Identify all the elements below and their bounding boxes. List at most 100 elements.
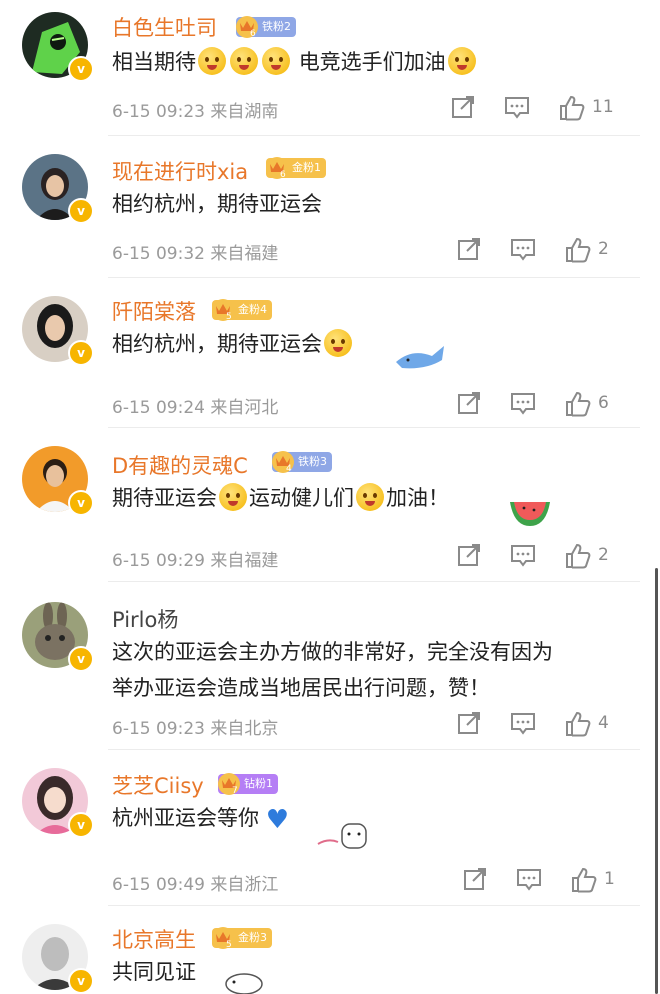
comment-time: 6-15 09:23: [112, 102, 205, 122]
thumbs-up-icon: [560, 95, 585, 121]
crown-icon: [218, 773, 240, 795]
fan-badge-label: 铁粉3: [298, 455, 327, 468]
fan-badge: 5 金粉4: [212, 299, 272, 322]
share-button[interactable]: [456, 710, 482, 740]
crown-icon: [236, 16, 258, 38]
comment-item: v 现在进行时xia 6 金粉1 相约杭州，期待亚运会 6-15 09:32 来…: [0, 136, 650, 278]
scrollbar[interactable]: [655, 568, 658, 994]
fan-badge-label: 铁粉2: [262, 20, 291, 33]
comment-text-part: 电竞选手们加油: [298, 50, 446, 74]
comment-author[interactable]: 白色生吐司: [112, 12, 217, 42]
crown-icon: [212, 927, 234, 949]
comment-text-part: 相约杭州，期待亚运会: [112, 192, 322, 216]
verified-badge: v: [68, 340, 94, 366]
comment-time: 6-15 09:23: [112, 719, 205, 739]
fan-level: 5: [226, 940, 232, 950]
laugh-emoji-icon: [324, 329, 352, 357]
comment-time: 6-15 09:29: [112, 551, 205, 571]
sweat-emoji-icon: [230, 47, 258, 75]
fan-badge-label: 金粉1: [292, 161, 321, 174]
comment-actions: 1: [462, 866, 642, 896]
comment-text-part: 运动健儿们: [249, 486, 354, 510]
verified-badge: v: [68, 490, 94, 516]
like-button[interactable]: 1: [570, 866, 615, 896]
sweat-emoji-icon: [262, 47, 290, 75]
share-button[interactable]: [456, 542, 482, 572]
fan-badge: 4 铁粉3: [272, 451, 332, 474]
share-button[interactable]: [462, 866, 488, 896]
verified-badge: v: [68, 198, 94, 224]
comment-item: v 白色生吐司 6 铁粉2 相当期待 电竞选手们加油 6-15 09:23 来自…: [0, 0, 650, 136]
thumbs-up-icon: [572, 867, 597, 893]
comment-location: 来自北京: [210, 719, 279, 739]
share-icon: [458, 712, 480, 734]
comment-author[interactable]: 阡陌棠落: [112, 296, 196, 326]
comment-author[interactable]: Pirlo杨: [112, 604, 178, 634]
thumbs-up-icon: [566, 711, 591, 737]
share-button[interactable]: [456, 236, 482, 266]
thumbs-up-icon: [566, 237, 591, 263]
comment-text: 期待亚运会 运动健儿们 加油！: [112, 480, 449, 516]
comment-author[interactable]: 现在进行时xia: [112, 156, 248, 186]
reply-button[interactable]: [516, 866, 542, 896]
comment-text-part: 相约杭州，期待亚运会: [112, 332, 322, 356]
fan-level: 4: [286, 464, 292, 474]
verified-badge: v: [68, 812, 94, 838]
share-button[interactable]: [450, 94, 476, 124]
comment-meta: 6-15 09:24 来自河北: [112, 393, 278, 418]
share-icon: [458, 544, 480, 566]
verified-badge: v: [68, 646, 94, 672]
reply-button[interactable]: [510, 390, 536, 420]
like-button[interactable]: 11: [558, 94, 614, 124]
verified-badge: v: [68, 56, 94, 82]
like-count: 2: [598, 545, 609, 565]
like-button[interactable]: 2: [564, 236, 609, 266]
comment-text: 这次的亚运会主办方做的非常好，完全没有因为: [112, 634, 553, 670]
fan-badge: 5 金粉3: [212, 927, 272, 950]
reply-button[interactable]: [510, 710, 536, 740]
reply-button[interactable]: [510, 542, 536, 572]
crown-icon: [212, 299, 234, 321]
comment-location: 来自福建: [210, 244, 279, 264]
fan-level: 6: [280, 170, 286, 180]
comment-time: 6-15 09:49: [112, 875, 205, 895]
crown-icon: [266, 157, 288, 179]
comment-text-part: 共同见证: [112, 960, 196, 984]
like-count: 2: [598, 239, 609, 259]
fan-level: 7: [232, 786, 238, 796]
like-count: 11: [592, 97, 614, 117]
comment-author[interactable]: D有趣的灵魂C: [112, 450, 248, 480]
comment-text-part: 相当期待: [112, 50, 196, 74]
like-button[interactable]: 2: [564, 542, 609, 572]
comment-actions: 2: [456, 236, 636, 266]
thumbs-up-icon: [566, 391, 591, 417]
comment-author[interactable]: 芝芝Ciisy: [112, 770, 204, 800]
like-count: 6: [598, 393, 609, 413]
comment-location: 来自河北: [210, 398, 279, 418]
reply-button[interactable]: [504, 94, 530, 124]
comment-meta: 6-15 09:49 来自浙江: [112, 870, 278, 895]
share-button[interactable]: [456, 390, 482, 420]
comment-author[interactable]: 北京高生: [112, 924, 196, 954]
comment-text-part: 杭州亚运会等你: [112, 806, 259, 830]
like-button[interactable]: 6: [564, 390, 609, 420]
laugh-emoji-icon: [356, 483, 384, 511]
comment-text: 相约杭州，期待亚运会: [112, 326, 354, 362]
fish-sticker-icon: [225, 973, 263, 994]
comment-time: 6-15 09:32: [112, 244, 205, 264]
blue-heart-icon: ♥: [265, 805, 289, 835]
like-count: 1: [604, 869, 615, 889]
comment-icon: [517, 869, 541, 891]
watermelon-sticker-icon: [510, 502, 550, 526]
comment-text: 相约杭州，期待亚运会: [112, 186, 322, 222]
whale-sticker-icon: [396, 346, 444, 369]
comment-actions: 11: [450, 94, 630, 124]
comment-text-part: 期待亚运会: [112, 486, 217, 510]
comment-location: 来自福建: [210, 551, 279, 571]
comment-actions: 4: [456, 710, 636, 740]
share-icon: [458, 238, 480, 260]
like-button[interactable]: 4: [564, 710, 609, 740]
fan-level: 6: [250, 29, 256, 39]
comment-location: 来自浙江: [210, 875, 279, 895]
reply-button[interactable]: [510, 236, 536, 266]
